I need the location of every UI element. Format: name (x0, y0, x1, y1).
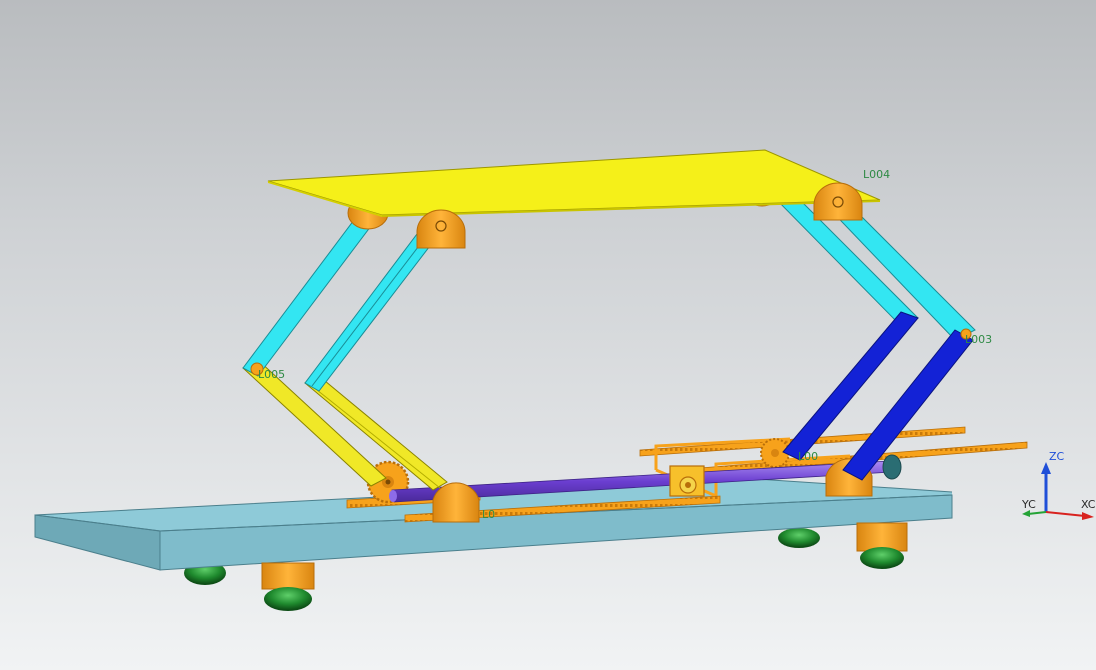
label-left-joint: L005 (258, 368, 285, 381)
x-axis-label: XC (1081, 498, 1096, 511)
label-right-joint: L003 (965, 333, 992, 346)
left-scissor[interactable] (242, 211, 448, 491)
wheel-front-right (860, 547, 904, 569)
label-right-mid: L00 (798, 450, 818, 463)
wheel-mount-front-left (261, 562, 315, 590)
hinge-bottom-left (432, 482, 480, 523)
wheel-rear-right (778, 528, 820, 548)
hinge-top-left (416, 209, 466, 249)
wheel-mount-front-right (856, 522, 908, 552)
left-upper-arm-rear (242, 211, 378, 377)
left-upper-arm-front (304, 229, 437, 392)
right-scissor[interactable] (769, 186, 976, 481)
label-base-mid: L0 (482, 508, 495, 521)
screw-nut (669, 465, 705, 497)
scissor-lift-model[interactable]: L004 L003 L005 L00 L0 ZC YC XC (0, 0, 1096, 670)
x-axis-icon (1045, 511, 1086, 517)
y-axis-label: YC (1021, 498, 1036, 511)
wheel-front-left (264, 587, 312, 611)
label-top-plate: L004 (863, 168, 890, 181)
z-axis-label: ZC (1049, 450, 1065, 463)
coordinate-triad: ZC YC XC (1021, 450, 1096, 520)
y-axis-icon (1027, 511, 1047, 515)
motor (882, 454, 902, 480)
cad-viewport[interactable]: L004 L003 L005 L00 L0 ZC YC XC (0, 0, 1096, 670)
